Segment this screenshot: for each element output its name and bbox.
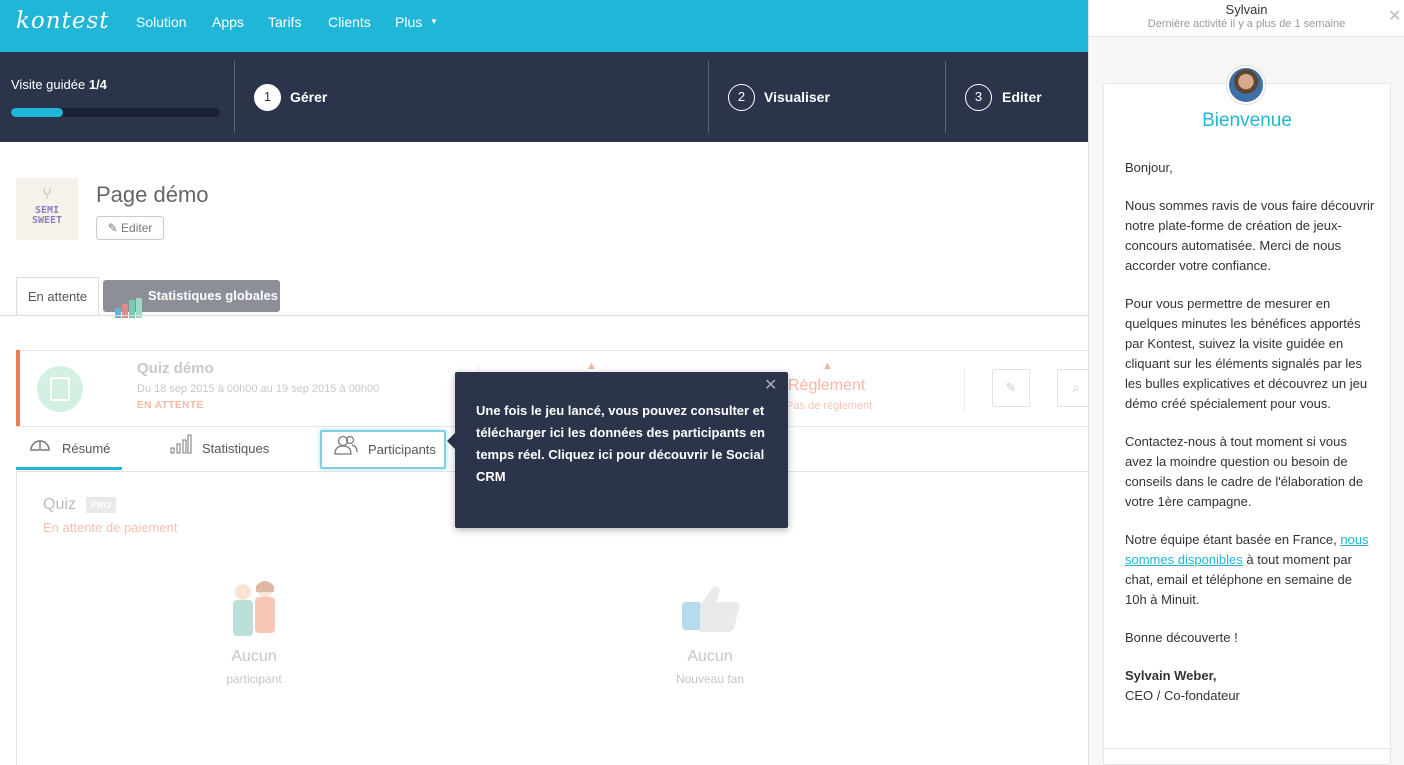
page-title: Page démo <box>96 182 209 207</box>
bar-chart-icon <box>170 429 192 471</box>
tooltip-arrow <box>447 433 455 449</box>
edit-page-button[interactable]: ✎ Editer <box>96 216 164 240</box>
pencil-icon: ✎ <box>1005 380 1017 395</box>
tour-step-1-number[interactable]: 1 <box>254 84 281 111</box>
tab-resume[interactable]: Résumé <box>16 428 122 470</box>
new-fans-label: Nouveau fan <box>675 672 745 686</box>
warning-icon: ▲ <box>822 360 833 372</box>
guided-tour-bar: Visite guidée 1/4 1 Gérer 2 Visualiser 3… <box>0 52 1088 142</box>
tour-step-3-label[interactable]: Editer <box>1002 89 1042 105</box>
chat-welcome-title: Bienvenue <box>1202 110 1292 131</box>
quiz-payment-status: En attente de paiement <box>43 520 178 535</box>
tooltip-text: Une fois le jeu lancé, vous pouvez consu… <box>476 403 765 484</box>
tab-en-attente[interactable]: En attente <box>16 277 99 316</box>
nav-item-solution[interactable]: Solution <box>136 14 187 30</box>
card-divider <box>964 368 965 411</box>
reglement-title[interactable]: Règlement <box>788 377 865 395</box>
kontest-logo[interactable]: kontest <box>16 8 110 34</box>
contest-status-accent <box>16 350 20 427</box>
users-icon <box>334 433 358 468</box>
signature-name: Sylvain Weber, <box>1125 668 1217 683</box>
tour-step-3-number[interactable]: 3 <box>965 84 992 111</box>
chat-message-body: Bonjour, Nous sommes ravis de vous faire… <box>1125 158 1375 706</box>
nav-item-apps[interactable]: Apps <box>212 14 244 30</box>
tour-step-2-label[interactable]: Visualiser <box>764 89 830 105</box>
tab-participants[interactable]: Participants <box>320 430 446 469</box>
contest-title[interactable]: Quiz démo <box>137 360 214 377</box>
participants-label: participant <box>226 672 282 686</box>
close-icon[interactable]: ✕ <box>1388 6 1401 26</box>
search-icon: ⌕ <box>1072 380 1080 395</box>
chat-agent-name: Sylvain <box>1225 2 1268 17</box>
tour-divider <box>234 61 235 133</box>
participants-count: Aucun <box>231 648 277 665</box>
nav-item-tarifs[interactable]: Tarifs <box>268 14 301 30</box>
bar-chart-icon <box>115 286 143 318</box>
nav-item-clients[interactable]: Clients <box>328 14 371 30</box>
brand-logo: ⑂ SEMI SWEET <box>16 178 78 240</box>
tour-progress-bar <box>11 108 220 117</box>
tour-progress-fill <box>11 108 64 117</box>
warning-icon: ▲ <box>586 360 597 372</box>
tour-divider <box>708 61 709 133</box>
reglement-status: Pas de règlement <box>786 400 873 412</box>
tour-step-1-label[interactable]: Gérer <box>290 89 327 105</box>
avatar <box>1227 66 1265 104</box>
quiz-icon <box>37 366 83 412</box>
contest-status-badge: EN ATTENTE <box>137 400 204 411</box>
tab-statistiques-globales[interactable]: Statistiques globales <box>103 280 280 318</box>
tabs-divider <box>0 315 1088 316</box>
gauge-icon <box>28 429 52 471</box>
quiz-label: Quiz <box>43 496 76 513</box>
chat-last-activity: Dernière activité il y a plus de 1 semai… <box>1147 18 1346 30</box>
edit-contest-button[interactable]: ✎ <box>992 369 1030 407</box>
tour-divider <box>945 61 946 133</box>
tour-label: Visite guidée 1/4 <box>11 77 107 92</box>
signature-title: CEO / Co-fondateur <box>1125 688 1240 703</box>
chevron-down-icon[interactable]: ▼ <box>430 17 438 26</box>
thumbs-up-icon <box>682 586 740 632</box>
tab-statistiques[interactable]: Statistiques <box>170 428 300 470</box>
new-fans-count: Aucun <box>687 648 733 665</box>
pro-badge: PRO <box>86 497 116 513</box>
nav-item-plus[interactable]: Plus <box>395 14 422 30</box>
participants-illustration-icon <box>233 581 275 636</box>
top-navbar: kontest Solution Apps Tarifs Clients Plu… <box>0 0 1088 52</box>
contest-dates: Du 18 sep 2015 à 00h00 au 19 sep 2015 à … <box>137 383 380 395</box>
close-icon[interactable]: ✕ <box>764 378 777 394</box>
chat-divider <box>1103 748 1391 749</box>
pencil-icon: ✎ <box>107 221 118 235</box>
tour-step-2-number[interactable]: 2 <box>728 84 755 111</box>
fork-icon: ⑂ <box>42 186 52 203</box>
